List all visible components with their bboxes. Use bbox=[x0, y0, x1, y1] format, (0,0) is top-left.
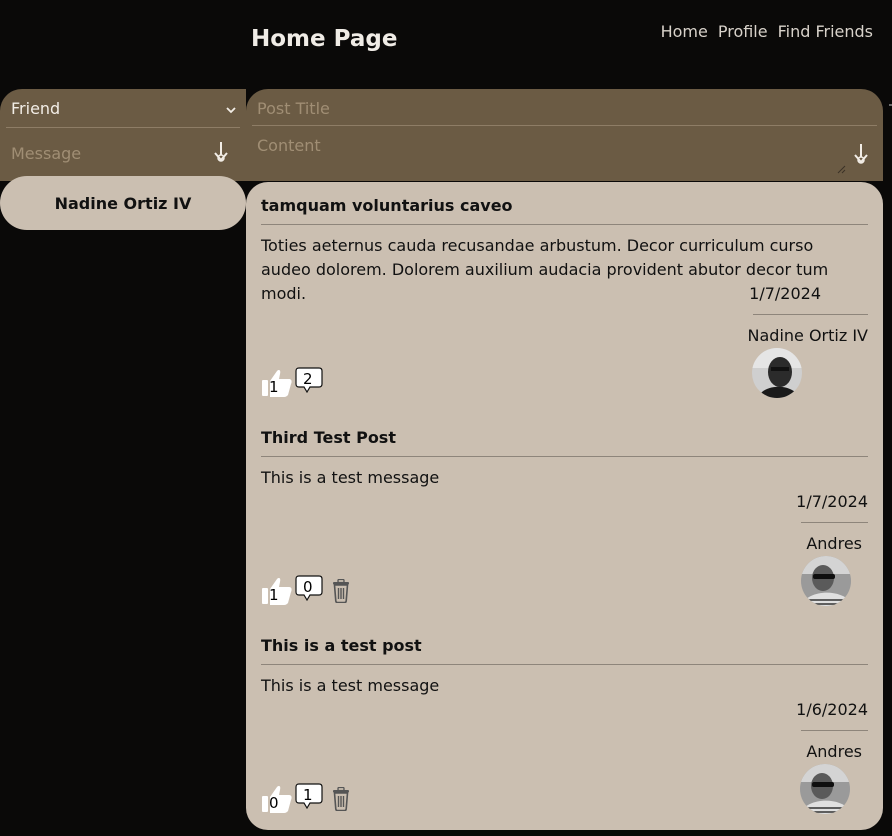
avatar[interactable] bbox=[752, 348, 802, 398]
post-content: This is a test message bbox=[261, 468, 440, 487]
post-actions: 1 0 bbox=[261, 575, 351, 606]
avatar[interactable] bbox=[801, 556, 851, 606]
comment-button[interactable]: 1 bbox=[295, 783, 323, 809]
avatar[interactable] bbox=[800, 764, 850, 814]
nav-find-friends[interactable]: Find Friends bbox=[778, 22, 873, 41]
divider bbox=[801, 522, 868, 523]
nav-home[interactable]: Home bbox=[661, 22, 708, 41]
friend-list-item[interactable]: Nadine Ortiz IV bbox=[0, 176, 246, 230]
post-card: Third Test Post This is a test message 1… bbox=[261, 428, 868, 608]
post-title-input[interactable] bbox=[255, 95, 819, 121]
post-author: Nadine Ortiz IV bbox=[747, 326, 868, 345]
chevron-down-icon bbox=[226, 99, 236, 118]
delete-post-button[interactable] bbox=[331, 787, 351, 811]
friend-name: Nadine Ortiz IV bbox=[54, 193, 192, 213]
post-form bbox=[246, 89, 883, 181]
message-form: Friend bbox=[0, 89, 246, 181]
send-arrow-icon bbox=[854, 144, 868, 164]
comment-count: 2 bbox=[303, 370, 313, 388]
post-title: This is a test post bbox=[261, 636, 422, 655]
submit-post-button[interactable] bbox=[853, 143, 869, 165]
divider bbox=[261, 456, 868, 457]
trash-icon bbox=[333, 787, 349, 811]
divider bbox=[753, 314, 868, 315]
post-date: 1/7/2024 bbox=[796, 492, 868, 511]
divider bbox=[261, 664, 868, 665]
message-input[interactable] bbox=[9, 139, 193, 167]
divider bbox=[801, 730, 868, 731]
post-actions: 1 2 bbox=[261, 367, 323, 398]
post-feed: tamquam voluntarius caveo Toties aeternu… bbox=[246, 182, 883, 830]
divider bbox=[6, 127, 240, 128]
trash-icon bbox=[333, 579, 349, 603]
comment-button[interactable]: 0 bbox=[295, 575, 323, 601]
resize-grip-icon[interactable] bbox=[837, 165, 846, 174]
post-content-input[interactable] bbox=[255, 134, 849, 178]
nav-profile[interactable]: Profile bbox=[718, 22, 768, 41]
post-card: This is a test post This is a test messa… bbox=[261, 636, 868, 816]
page-title: Home Page bbox=[251, 26, 398, 52]
comment-count: 0 bbox=[303, 578, 313, 596]
post-content: This is a test message bbox=[261, 676, 440, 695]
friend-select-value: Friend bbox=[11, 98, 61, 118]
like-count: 1 bbox=[269, 378, 279, 396]
divider bbox=[261, 224, 868, 225]
post-actions: 0 1 bbox=[261, 783, 351, 814]
post-card: tamquam voluntarius caveo Toties aeternu… bbox=[261, 196, 868, 406]
delete-post-button[interactable] bbox=[331, 579, 351, 603]
post-date: 1/7/2024 bbox=[749, 284, 821, 303]
like-count: 0 bbox=[269, 794, 279, 812]
post-title: Third Test Post bbox=[261, 428, 396, 447]
comment-button[interactable]: 2 bbox=[295, 367, 323, 393]
send-arrow-icon bbox=[214, 142, 228, 162]
divider bbox=[252, 125, 877, 126]
like-button[interactable]: 0 bbox=[261, 784, 293, 814]
post-author: Andres bbox=[806, 742, 862, 761]
like-button[interactable]: 1 bbox=[261, 576, 293, 606]
top-nav: Home Profile Find Friends bbox=[661, 22, 873, 41]
comment-count: 1 bbox=[303, 786, 313, 804]
send-message-button[interactable] bbox=[213, 141, 229, 163]
post-author: Andres bbox=[806, 534, 862, 553]
like-button[interactable]: 1 bbox=[261, 368, 293, 398]
like-count: 1 bbox=[269, 586, 279, 604]
post-title: tamquam voluntarius caveo bbox=[261, 196, 513, 215]
post-date: 1/6/2024 bbox=[796, 700, 868, 719]
friend-select[interactable]: Friend bbox=[0, 89, 246, 127]
